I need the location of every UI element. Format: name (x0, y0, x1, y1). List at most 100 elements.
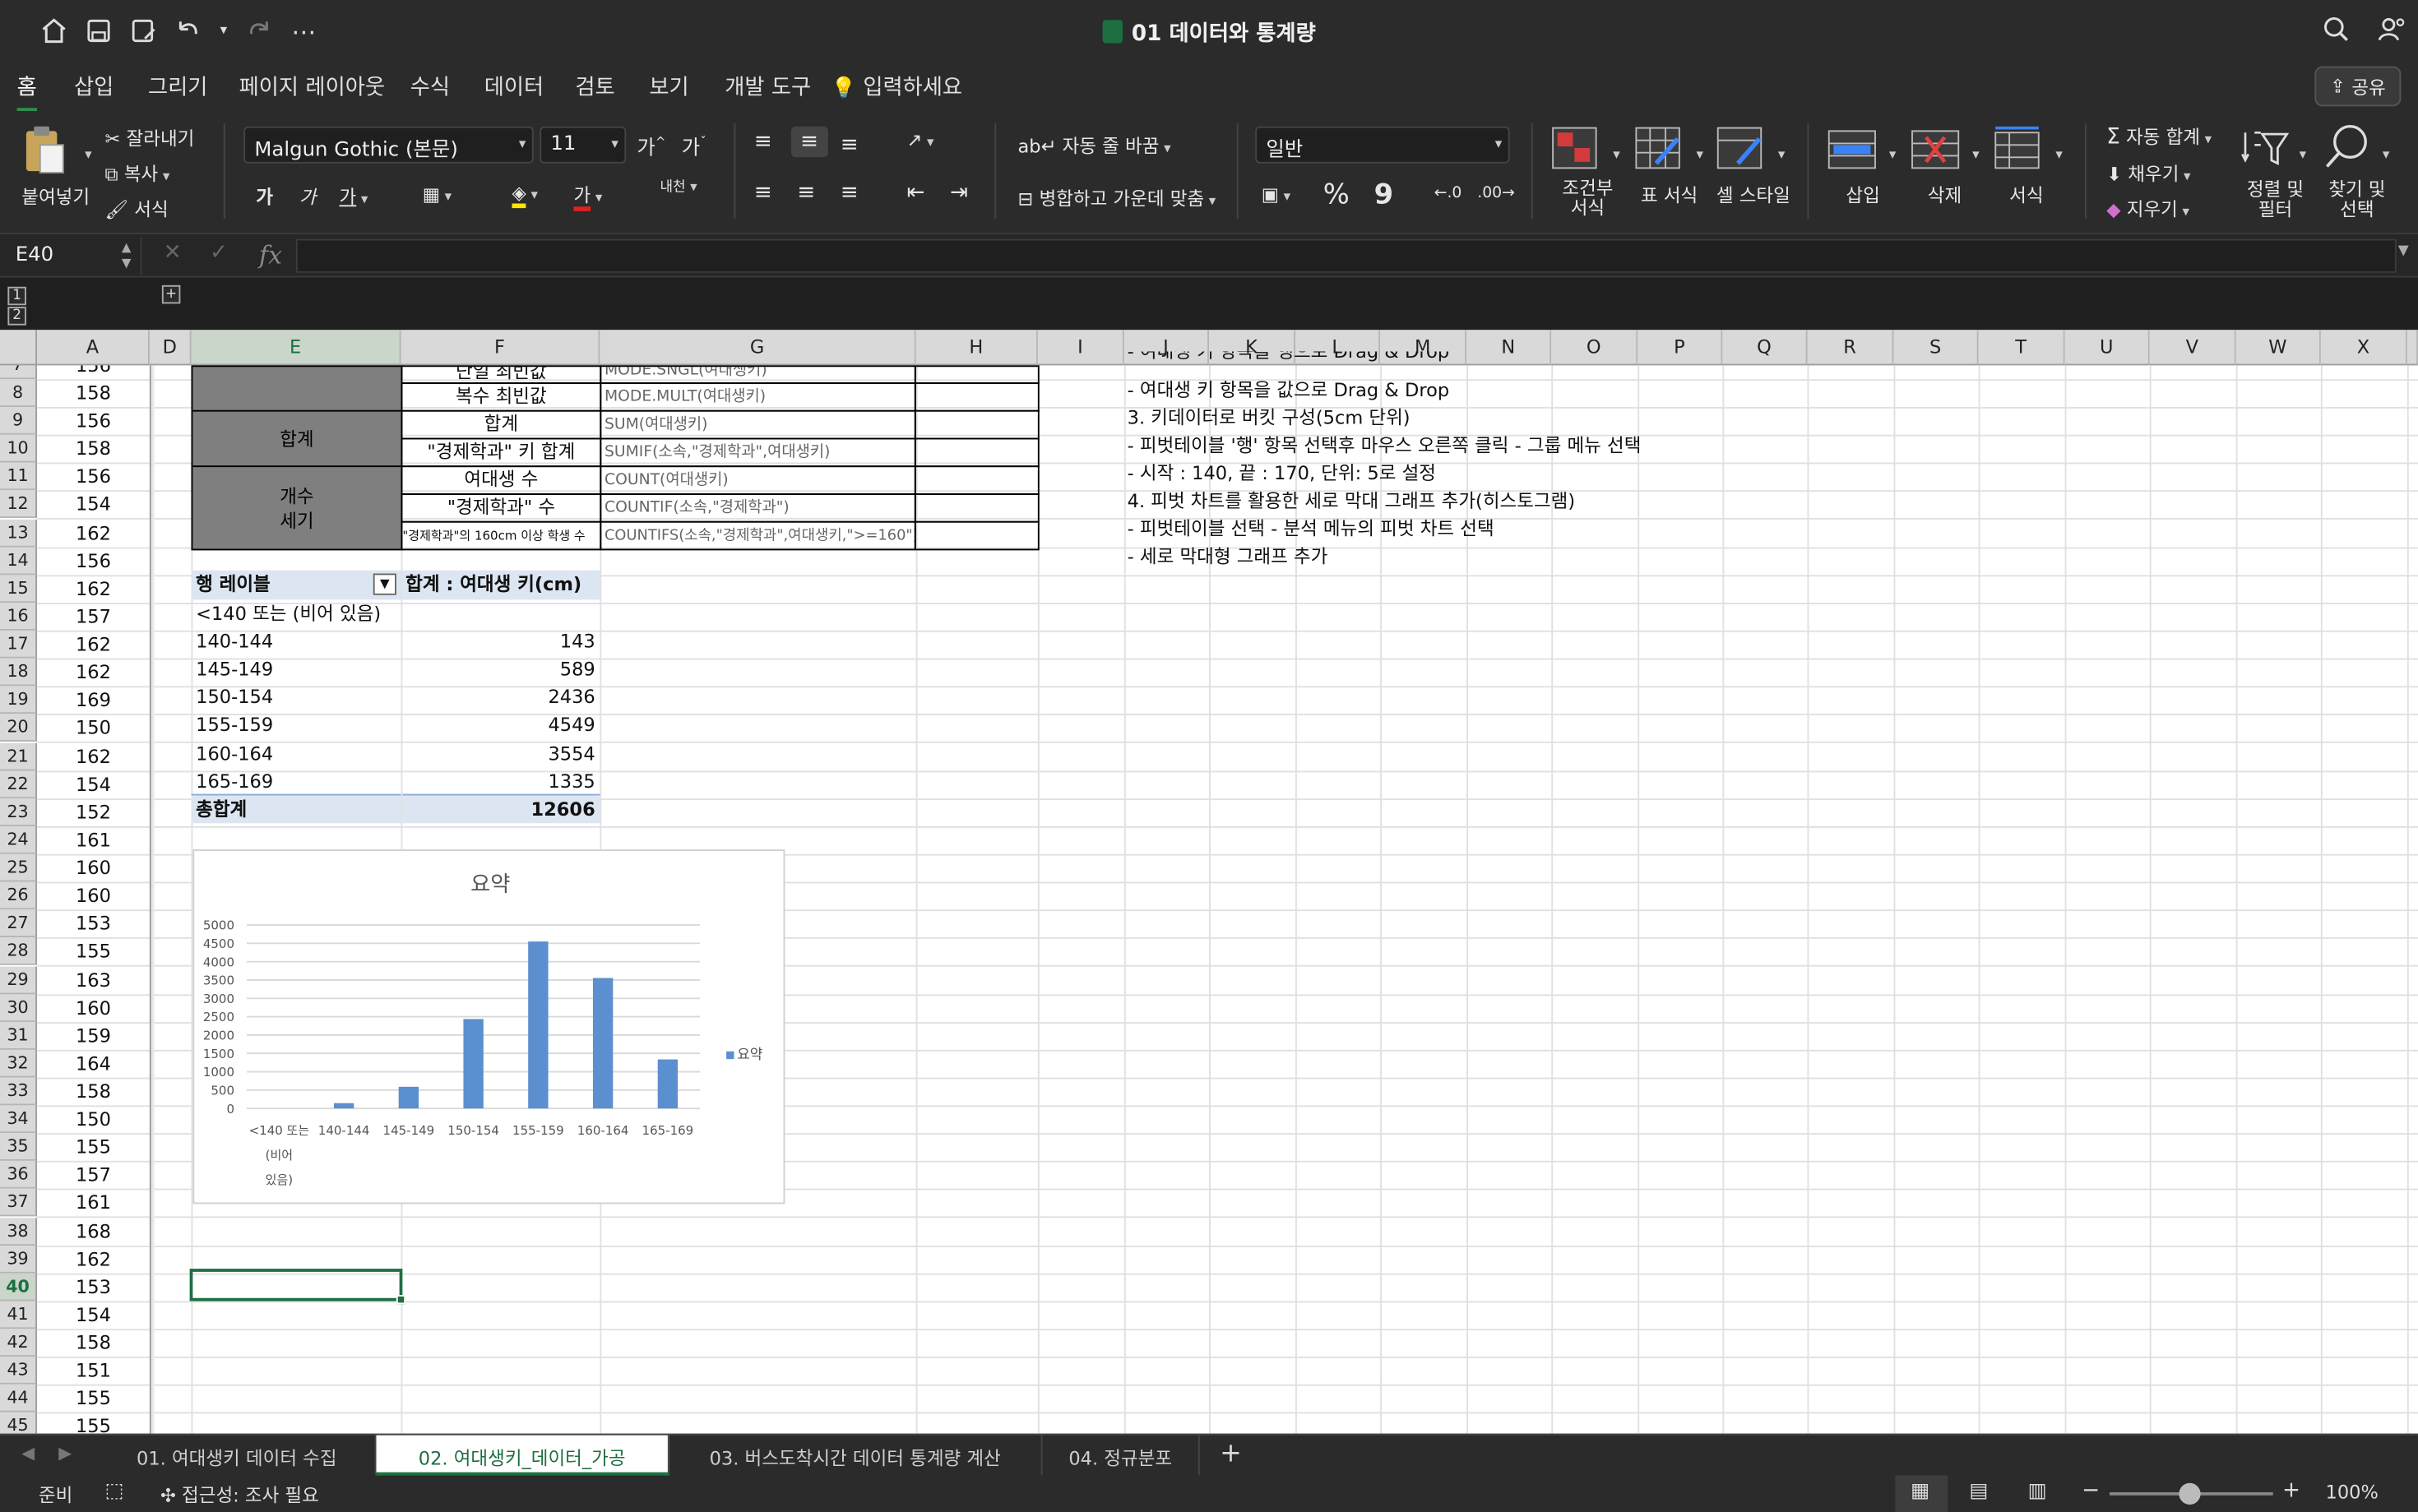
pivot-row-label[interactable]: <140 또는 (비어 있음) (196, 599, 381, 627)
align-bottom-icon[interactable]: ≡ (841, 132, 859, 157)
find-select-label[interactable]: 찾기 및 선택 (2328, 179, 2385, 220)
delete-cells-icon[interactable] (1911, 130, 1960, 173)
cell-a16[interactable]: 157 (37, 603, 150, 631)
conditional-format-icon[interactable] (1551, 127, 1597, 170)
cell-a37[interactable]: 161 (37, 1190, 150, 1218)
row-header-25[interactable]: 25 (0, 853, 37, 882)
column-header-h[interactable]: H (915, 330, 1038, 366)
italic-button[interactable]: 가 (299, 183, 317, 210)
pivot-row-value[interactable]: 143 (402, 627, 595, 655)
enter-icon[interactable]: ✓ (210, 241, 228, 266)
cell-styles-label[interactable]: 셀 스타일 (1716, 182, 1790, 208)
row-header-38[interactable]: 38 (0, 1217, 37, 1246)
font-grow-button[interactable]: 가^ (637, 131, 665, 160)
fx-icon[interactable]: fx (259, 241, 282, 270)
row-header-22[interactable]: 22 (0, 770, 37, 798)
pivot-row-value[interactable]: 4549 (402, 711, 595, 739)
row-header-26[interactable]: 26 (0, 881, 37, 910)
cell-a13[interactable]: 162 (37, 519, 150, 547)
pivot-row-value[interactable]: 1335 (402, 767, 595, 795)
expand-formula-icon[interactable]: ▼ (2398, 243, 2409, 259)
accounting-format-button[interactable]: ▣ ▾ (1262, 183, 1290, 205)
row-header-27[interactable]: 27 (0, 909, 37, 938)
column-header-v[interactable]: V (2149, 330, 2236, 366)
clear-button[interactable]: ◆ 지우기 ▾ (2106, 196, 2189, 222)
cell-a22[interactable]: 154 (37, 770, 150, 798)
cell-a25[interactable]: 160 (37, 854, 150, 882)
row-header-34[interactable]: 34 (0, 1105, 37, 1134)
cell-a14[interactable]: 156 (37, 547, 150, 575)
delete-cells-label[interactable]: 삭제 (1928, 182, 1962, 208)
underline-button[interactable]: 가 ▾ (340, 183, 368, 210)
font-name-select[interactable]: Malgun Gothic (본문) ▾ (243, 126, 534, 164)
add-sheet-button[interactable]: + (1220, 1438, 1242, 1469)
row-header-11[interactable]: 11 (0, 463, 37, 491)
cell-a17[interactable]: 162 (37, 631, 150, 659)
column-header-edge[interactable] (2406, 330, 2418, 366)
paste-dropdown-icon[interactable]: ▾ (81, 142, 91, 164)
cell-a23[interactable]: 152 (37, 798, 150, 826)
insert-dropdown[interactable]: ▾ (1884, 142, 1896, 164)
macro-record-icon[interactable]: ⬚ (105, 1480, 124, 1503)
column-header-o[interactable]: O (1551, 330, 1638, 366)
percent-button[interactable]: % (1323, 179, 1350, 211)
accessibility-status[interactable]: ✣ 접근성: 조사 필요 (160, 1482, 319, 1508)
tab-draw[interactable]: 그리기 (148, 71, 207, 102)
sort-filter-label[interactable]: 정렬 및 필터 (2247, 179, 2304, 220)
tab-data[interactable]: 데이터 (484, 71, 544, 102)
row-header-42[interactable]: 42 (0, 1329, 37, 1357)
borders-button[interactable]: ▦ ▾ (423, 183, 452, 205)
column-header-e[interactable]: E (191, 330, 401, 366)
find-select-dropdown[interactable]: ▾ (2378, 142, 2389, 164)
cell-a43[interactable]: 151 (37, 1357, 150, 1385)
normal-view-button[interactable]: ▦ (1895, 1475, 1948, 1512)
account-icon[interactable] (2378, 16, 2406, 49)
name-box-stepper-icon[interactable]: ▲ ▼ (122, 241, 132, 272)
zoom-slider-thumb[interactable] (2179, 1482, 2201, 1505)
active-cell-e40[interactable] (189, 1269, 403, 1302)
fill-handle[interactable] (396, 1295, 406, 1305)
filter-dropdown-icon[interactable]: ▼ (373, 573, 396, 595)
cell-a18[interactable]: 162 (37, 659, 150, 687)
cell-a28[interactable]: 155 (37, 938, 150, 966)
copy-button[interactable]: ⧉ 복사 ▾ (105, 160, 170, 187)
cell-a9[interactable]: 156 (37, 407, 150, 435)
merge-center-button[interactable]: ⊟ 병합하고 가운데 맞춤 ▾ (1018, 185, 1216, 211)
cell-a38[interactable]: 168 (37, 1217, 150, 1245)
sheet-tab-1[interactable]: 01. 여대생키 데이터 수집 (99, 1435, 377, 1476)
column-header-s[interactable]: S (1893, 330, 1979, 366)
pivot-row-label[interactable]: 145-149 (196, 655, 273, 683)
cell-a24[interactable]: 161 (37, 826, 150, 854)
row-header-15[interactable]: 15 (0, 575, 37, 603)
next-sheet-icon[interactable]: ▶ (58, 1443, 72, 1463)
format-cells-icon[interactable] (1994, 126, 2040, 170)
delete-dropdown[interactable]: ▾ (1968, 142, 1979, 164)
autosum-button[interactable]: Σ 자동 합계 ▾ (2106, 123, 2212, 150)
search-icon[interactable] (2323, 16, 2351, 49)
cut-button[interactable]: ✂ 잘라내기 (105, 125, 195, 151)
row-header-17[interactable]: 17 (0, 631, 37, 659)
align-left-icon[interactable]: ≡ (754, 180, 772, 205)
cell-styles-dropdown[interactable]: ▾ (1773, 142, 1785, 164)
expand-group-icon[interactable]: + (161, 284, 181, 304)
column-header-f[interactable]: F (401, 330, 600, 366)
row-header-28[interactable]: 28 (0, 937, 37, 966)
sort-filter-icon[interactable] (2240, 127, 2290, 170)
outline-level-1[interactable]: 1 (7, 286, 26, 306)
pivot-row-label[interactable]: 155-159 (196, 711, 273, 739)
cell-a11[interactable]: 156 (37, 463, 150, 491)
row-header-9[interactable]: 9 (0, 407, 37, 435)
orientation-button[interactable]: ↗ ▾ (907, 130, 934, 151)
column-header-x[interactable]: X (2320, 330, 2407, 366)
zoom-level[interactable]: 100% (2326, 1482, 2379, 1503)
align-top-icon[interactable]: ≡ (754, 130, 772, 155)
row-header-31[interactable]: 31 (0, 1021, 37, 1050)
column-header-p[interactable]: P (1637, 330, 1723, 366)
paste-icon[interactable] (21, 123, 67, 173)
increase-indent-icon[interactable]: ⇥ (950, 180, 968, 205)
row-header-10[interactable]: 10 (0, 435, 37, 463)
fill-color-button[interactable]: ◈ ▾ (512, 182, 538, 209)
pivot-row-label[interactable]: 140-144 (196, 627, 273, 655)
tab-home[interactable]: 홈 (16, 71, 37, 113)
row-header-41[interactable]: 41 (0, 1301, 37, 1329)
